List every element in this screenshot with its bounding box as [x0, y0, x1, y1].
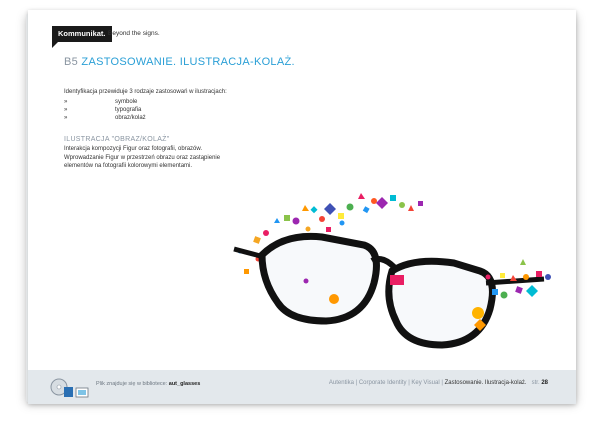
brochure-page: Kommunikat. Beyond the signs. B5 ZASTOSO…	[28, 10, 576, 404]
body-line: Interakcja kompozycji Figur oraz fotogra…	[64, 146, 203, 152]
section-number: B5	[64, 56, 79, 68]
library-file-name: aut_glasses	[168, 381, 201, 387]
page-number: 28	[541, 380, 548, 386]
bullet-mark: »	[64, 115, 68, 121]
breadcrumb-path: Autentika | Corporate Identity | Key Vis…	[328, 380, 443, 386]
page-label: str.	[531, 380, 540, 386]
bullet-mark: »	[64, 99, 68, 105]
intro-text: Identyfikacja przewiduje 3 rodzaje zasto…	[64, 89, 227, 95]
footer-icons	[50, 378, 89, 398]
list-item-text: typografia	[115, 107, 142, 113]
body-line: Wprowadzanie Figur w przestrzeń obrazu o…	[64, 154, 221, 161]
subsection-body: Interakcja kompozycji Figur oraz fotogra…	[64, 145, 254, 171]
body-line: elementów na fotografii kolorowymi eleme…	[64, 163, 193, 169]
glasses-collage-illustration	[233, 193, 551, 349]
tagline: Beyond the signs.	[108, 30, 160, 37]
list-item-text: symbole	[115, 99, 138, 105]
list-item-text: obraz/kolaż	[115, 115, 146, 121]
breadcrumb: Autentika | Corporate Identity | Key Vis…	[329, 380, 548, 386]
library-note: Plik znajduje się w bibliotece: aut_glas…	[96, 381, 200, 387]
brand-tag: Kommunikat.	[52, 26, 112, 48]
subsection-title: ILUSTRACJA "OBRAZ/KOLAŻ"	[64, 136, 170, 143]
library-note-prefix: Plik znajduje się w bibliotece:	[96, 381, 168, 387]
list-item: » obraz/kolaż	[64, 114, 146, 122]
breadcrumb-current: Zastosowanie. Ilustracja-kolaż.	[444, 380, 527, 386]
bullet-mark: »	[64, 107, 68, 113]
page-title: B5 ZASTOSOWANIE. ILUSTRACJA-KOLAŻ.	[64, 56, 295, 68]
list-item: » typografia	[64, 106, 146, 114]
file-icon	[64, 387, 73, 397]
application-list: » symbole » typografia » obraz/kolaż	[64, 98, 146, 122]
section-title-text: ZASTOSOWANIE. ILUSTRACJA-KOLAŻ.	[81, 56, 295, 68]
image-icon	[75, 387, 89, 398]
list-item: » symbole	[64, 98, 146, 106]
page-footer: Plik znajduje się w bibliotece: aut_glas…	[28, 370, 576, 404]
